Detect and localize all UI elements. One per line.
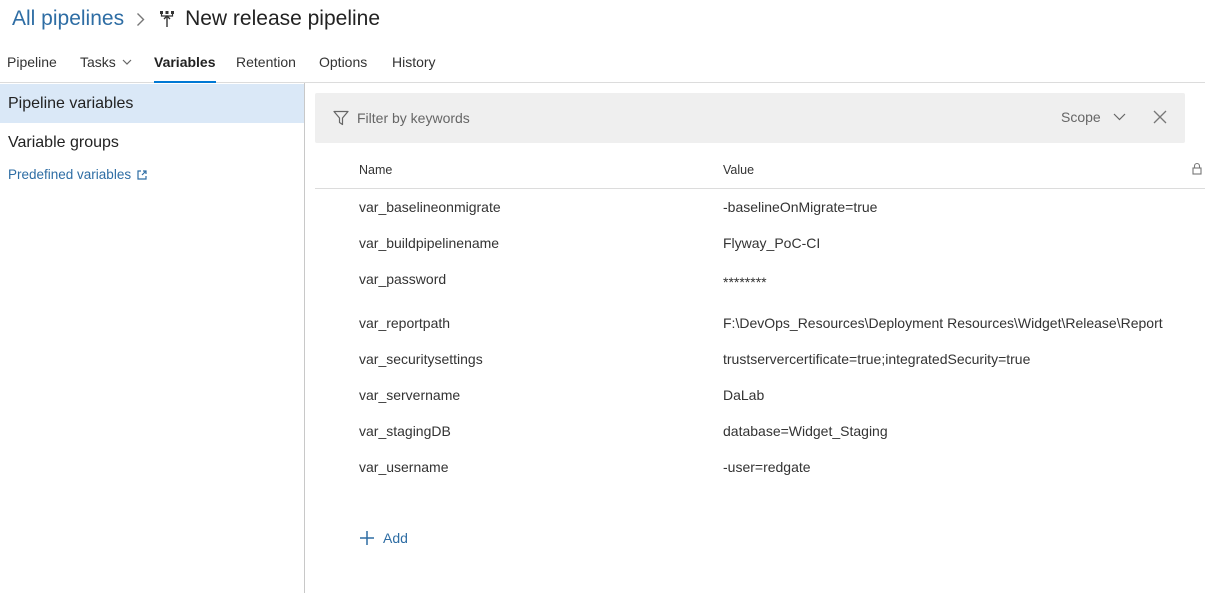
table-row[interactable]: var_servername DaLab: [315, 377, 1205, 413]
variable-value: Flyway_PoC-CI: [723, 235, 821, 251]
add-variable-button[interactable]: Add: [359, 530, 408, 546]
chevron-down-icon: [1113, 113, 1126, 121]
variable-name: var_servername: [359, 387, 461, 403]
release-pipeline-icon: [159, 10, 175, 28]
variable-name: var_baselineonmigrate: [359, 199, 501, 215]
filter-bar: Scope: [315, 93, 1185, 143]
variable-value: trustservercertificate=true;integratedSe…: [723, 351, 1031, 367]
variable-value: ********: [723, 274, 767, 290]
pipeline-tabs: Pipeline Tasks Variables Retention Optio…: [0, 44, 1205, 83]
variable-name: var_stagingDB: [359, 423, 451, 439]
variable-name: var_password: [359, 271, 447, 287]
filter-icon: [333, 110, 349, 126]
filter-keywords-input[interactable]: [357, 107, 1037, 129]
tab-options[interactable]: Options: [319, 54, 367, 70]
variable-name: var_reportpath: [359, 315, 451, 331]
variable-value: database=Widget_Staging: [723, 423, 888, 439]
table-row[interactable]: var_reportpath F:\DevOps_Resources\Deplo…: [315, 305, 1205, 341]
close-icon[interactable]: [1153, 110, 1167, 124]
table-row[interactable]: var_password ********: [315, 261, 1205, 297]
tab-pipeline[interactable]: Pipeline: [7, 54, 57, 70]
plus-icon: [360, 531, 374, 545]
variable-value: -user=redgate: [723, 459, 811, 475]
column-header-name[interactable]: Name: [359, 163, 392, 177]
chevron-down-icon: [122, 59, 132, 65]
scope-dropdown[interactable]: Scope: [1061, 109, 1126, 125]
tab-tasks[interactable]: Tasks: [80, 54, 132, 70]
all-pipelines-link[interactable]: All pipelines: [12, 7, 124, 31]
table-row[interactable]: var_stagingDB database=Widget_Staging: [315, 413, 1205, 449]
variable-name: var_buildpipelinename: [359, 235, 500, 251]
table-row[interactable]: var_securitysettings trustservercertific…: [315, 341, 1205, 377]
variable-name: var_username: [359, 459, 449, 475]
chevron-right-icon: [136, 12, 145, 27]
tab-retention[interactable]: Retention: [236, 54, 296, 70]
variable-name: var_securitysettings: [359, 351, 483, 367]
variable-value: -baselineOnMigrate=true: [723, 199, 878, 215]
variable-value: F:\DevOps_Resources\Deployment Resources…: [723, 315, 1163, 331]
page-title: New release pipeline: [185, 7, 381, 30]
column-header-value[interactable]: Value: [723, 163, 754, 177]
breadcrumb: All pipelines New release pipeline: [12, 4, 380, 34]
table-row[interactable]: var_username -user=redgate: [315, 449, 1205, 485]
table-row[interactable]: var_buildpipelinename Flyway_PoC-CI: [315, 225, 1205, 261]
variables-sidebar: Pipeline variables Variable groups Prede…: [0, 83, 305, 593]
sidebar-item-variable-groups[interactable]: Variable groups: [0, 123, 304, 162]
sidebar-item-pipeline-variables[interactable]: Pipeline variables: [0, 84, 304, 123]
predefined-variables-link[interactable]: Predefined variables: [8, 167, 147, 182]
table-row[interactable]: var_baselineonmigrate -baselineOnMigrate…: [315, 189, 1205, 225]
variable-value: DaLab: [723, 387, 765, 403]
tab-variables[interactable]: Variables: [154, 54, 216, 83]
tab-history[interactable]: History: [392, 54, 436, 70]
lock-icon: [1192, 162, 1202, 175]
variables-grid-header: Name Value: [315, 155, 1205, 189]
external-link-icon: [137, 169, 147, 180]
